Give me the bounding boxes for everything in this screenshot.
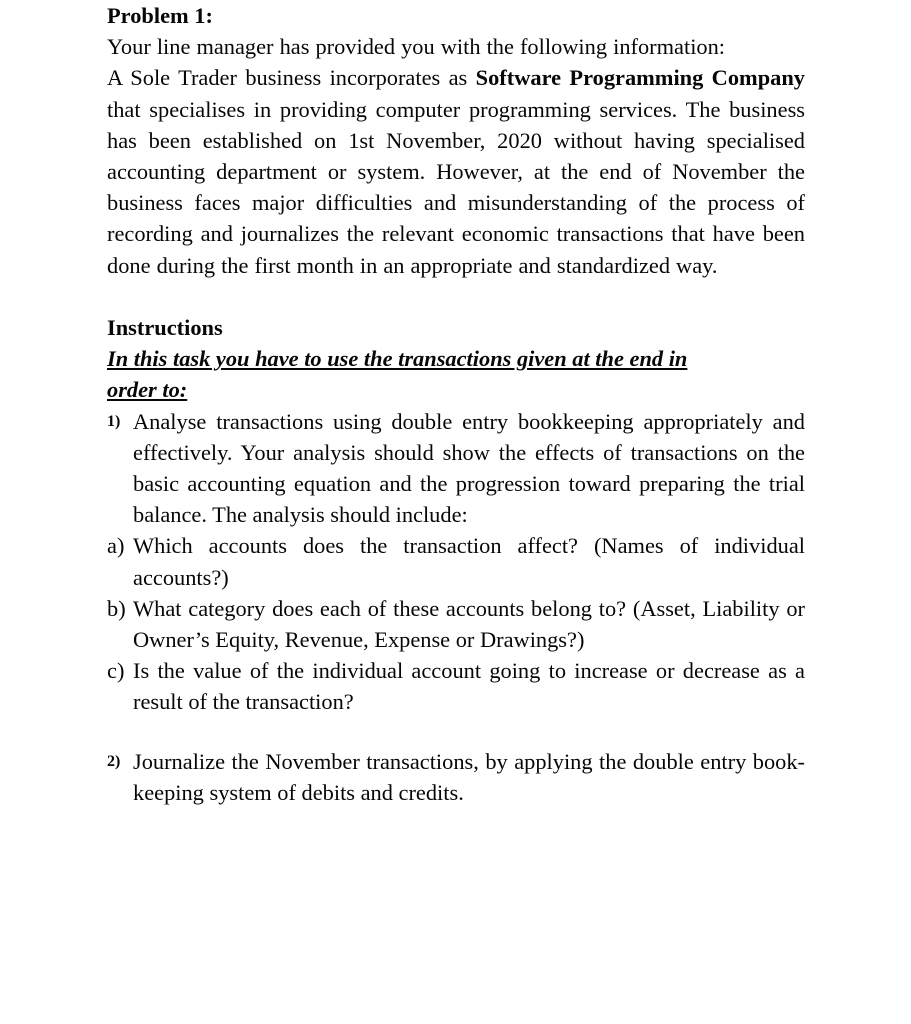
instructions-heading: Instructions xyxy=(107,315,223,341)
list-item-text: Analyse transactions using double entry … xyxy=(133,408,805,528)
list-item: a) Which accounts does the transaction af… xyxy=(107,530,805,592)
list-item-text: What category does each of these account… xyxy=(133,595,805,653)
intro-line-1: Your line manager has provided you with … xyxy=(107,34,726,60)
instructions-subheading-line-1: In this task you have to use the transac… xyxy=(107,346,688,372)
list-item: b) What category does each of these accou… xyxy=(107,593,805,655)
list-item: 1) Analyse transactions using double entr… xyxy=(107,406,805,531)
page-title: Problem 1: xyxy=(107,3,213,28)
list-item-text: Is the value of the individual account g… xyxy=(133,658,805,715)
document-body: Problem 1: Your line manager has provide… xyxy=(107,0,805,808)
list-item-marker: 1) xyxy=(107,412,121,430)
instructions-subheading-line-2: order to: xyxy=(107,377,188,403)
list-item-marker: b) xyxy=(107,595,126,621)
intro-paragraph: A Sole Trader business incorporates as S… xyxy=(107,62,805,280)
document-page: Problem 1: Your line manager has provide… xyxy=(0,0,911,1024)
list-item-marker: c) xyxy=(107,658,125,684)
list-item-marker: a) xyxy=(107,533,125,559)
list-item-marker: 2) xyxy=(107,752,121,770)
list-item: c) Is the value of the individual account… xyxy=(107,655,805,717)
list-item: 2) Journalize the November transactions, … xyxy=(107,746,805,808)
list-item-text: Which accounts does the transaction affe… xyxy=(133,533,805,590)
company-name-bold: Software Programming Company xyxy=(475,65,805,91)
intro-prefix: A Sole Trader business incorporates as xyxy=(107,65,476,91)
instructions-subheading: In this task you have to use the transac… xyxy=(107,343,805,405)
intro-suffix: that specialises in providing computer p… xyxy=(107,96,805,278)
list-item-text: Journalize the November transactions, by… xyxy=(133,748,805,805)
